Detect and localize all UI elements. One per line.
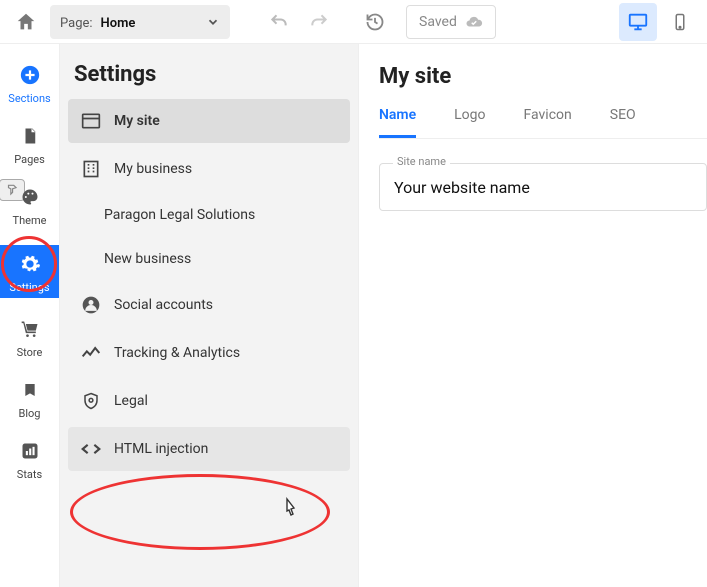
tab-name[interactable]: Name: [379, 107, 416, 138]
shield-icon: [80, 390, 102, 412]
rail-pages[interactable]: Pages: [0, 123, 59, 166]
cloud-check-icon: [465, 13, 483, 31]
page-selector[interactable]: Page: Home: [50, 5, 230, 39]
rail-stats[interactable]: Stats: [0, 438, 59, 481]
settings-item-label: Legal: [114, 393, 148, 409]
rail-label: Pages: [14, 153, 45, 166]
settings-item-label: My business: [114, 161, 192, 177]
content-title: My site: [379, 64, 707, 89]
rail-label: Stats: [17, 468, 42, 481]
settings-item-my-site[interactable]: My site: [68, 99, 350, 143]
redo-icon[interactable]: [302, 5, 336, 39]
bookmark-icon: [17, 377, 43, 403]
user-circle-icon: [80, 294, 102, 316]
home-icon[interactable]: [8, 4, 44, 40]
browser-icon: [80, 110, 102, 132]
code-icon: [80, 438, 102, 460]
undo-icon[interactable]: [262, 5, 296, 39]
settings-item-legal[interactable]: Legal: [68, 379, 350, 423]
content-tabs: Name Logo Favicon SEO: [379, 107, 707, 139]
rail-theme[interactable]: Theme: [0, 184, 59, 227]
analytics-icon: [80, 342, 102, 364]
rail-store[interactable]: Store: [0, 316, 59, 359]
settings-item-social[interactable]: Social accounts: [68, 283, 350, 327]
rail-label: Sections: [8, 92, 50, 105]
rail-label: Store: [17, 346, 43, 359]
chevron-down-icon: [206, 15, 220, 29]
palette-icon: [17, 184, 43, 210]
settings-item-html-injection[interactable]: HTML injection: [68, 427, 350, 471]
highlight-ellipse-html-injection: [70, 474, 330, 550]
page-current: Home: [101, 16, 136, 31]
gear-icon: [17, 251, 43, 277]
site-name-input[interactable]: [379, 163, 707, 211]
left-nav-rail: Sections Pages Theme Settings Store: [0, 44, 59, 587]
settings-subitem-business-2[interactable]: New business: [68, 239, 350, 279]
rail-label: Theme: [13, 214, 47, 227]
tab-favicon[interactable]: Favicon: [524, 107, 572, 138]
settings-item-label: My site: [114, 113, 160, 129]
top-toolbar: Page: Home Saved: [0, 0, 707, 44]
rail-label: Blog: [19, 407, 41, 420]
rail-sections[interactable]: Sections: [0, 62, 59, 105]
settings-item-label: Paragon Legal Solutions: [104, 207, 255, 223]
settings-panel: Settings My site My business Paragon Leg…: [59, 44, 359, 587]
settings-item-tracking[interactable]: Tracking & Analytics: [68, 331, 350, 375]
settings-item-my-business[interactable]: My business: [68, 147, 350, 191]
rail-blog[interactable]: Blog: [0, 377, 59, 420]
settings-item-label: HTML injection: [114, 441, 208, 457]
history-icon[interactable]: [358, 5, 392, 39]
mobile-preview-icon[interactable]: [661, 3, 699, 41]
saved-label: Saved: [419, 14, 457, 30]
page-icon: [17, 123, 43, 149]
page-label: Page:: [60, 16, 93, 31]
rail-label: Settings: [9, 281, 49, 294]
cart-icon: [17, 316, 43, 342]
settings-title: Settings: [68, 62, 350, 99]
pointer-cursor-icon: [280, 497, 300, 521]
plus-circle-icon: [17, 62, 43, 88]
settings-item-label: Social accounts: [114, 297, 213, 313]
tab-seo[interactable]: SEO: [610, 107, 636, 138]
settings-item-label: Tracking & Analytics: [114, 345, 240, 361]
settings-subitem-business-1[interactable]: Paragon Legal Solutions: [68, 195, 350, 235]
rail-settings[interactable]: Settings: [0, 245, 59, 298]
settings-item-label: New business: [104, 251, 191, 267]
saved-button[interactable]: Saved: [406, 5, 496, 39]
desktop-preview-icon[interactable]: [619, 3, 657, 41]
device-preview-group: [619, 3, 699, 41]
field-legend: Site name: [393, 155, 450, 168]
tab-logo[interactable]: Logo: [454, 107, 485, 138]
content-pane: My site Name Logo Favicon SEO Site name: [359, 44, 707, 587]
site-name-field: Site name: [379, 163, 707, 211]
building-icon: [80, 158, 102, 180]
stats-icon: [17, 438, 43, 464]
